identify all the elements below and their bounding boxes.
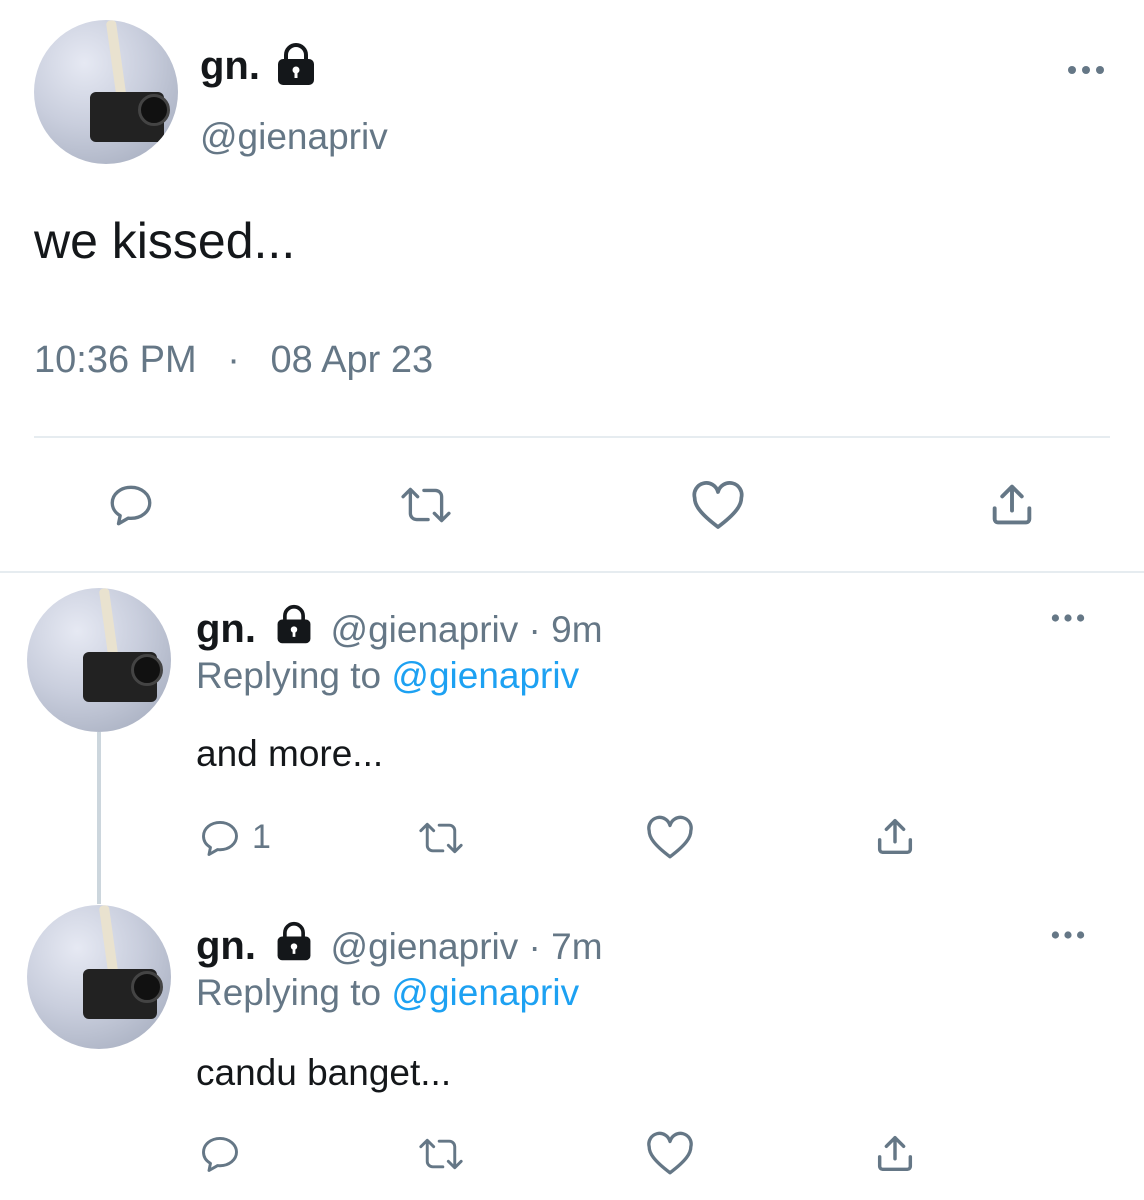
main-date: 08 Apr 23	[270, 339, 434, 381]
share-icon[interactable]	[872, 813, 918, 859]
reply-avatar[interactable]	[27, 905, 171, 1049]
reply-header: gn. @gienapriv · 7m	[196, 921, 603, 969]
divider	[34, 436, 1110, 438]
share-icon[interactable]	[986, 478, 1038, 530]
more-icon[interactable]	[1066, 60, 1106, 80]
reply-display-name[interactable]: gn.	[196, 607, 256, 651]
reply-text: candu banget...	[196, 1052, 452, 1093]
main-tweet-text: we kissed...	[34, 213, 296, 269]
lock-icon	[272, 42, 320, 88]
lock-icon	[272, 604, 316, 646]
main-separator: ·	[227, 339, 240, 381]
reply-display-name[interactable]: gn.	[196, 924, 256, 968]
retweet-icon[interactable]	[414, 816, 468, 860]
like-icon[interactable]	[690, 480, 746, 532]
reply-context: Replying to @gienapriv	[196, 972, 579, 1014]
thread-line	[97, 732, 101, 904]
like-icon[interactable]	[645, 815, 695, 861]
share-icon[interactable]	[872, 1130, 918, 1176]
reply-icon[interactable]	[106, 480, 156, 530]
reply-age[interactable]: 7m	[551, 926, 602, 967]
main-display-name[interactable]: gn.	[200, 44, 260, 89]
reply-icon[interactable]	[198, 1132, 242, 1176]
reply-age[interactable]: 9m	[551, 609, 602, 650]
main-time: 10:36 PM	[34, 339, 197, 381]
replying-to-label: Replying to	[196, 972, 382, 1013]
reply-avatar[interactable]	[27, 588, 171, 732]
reply-context: Replying to @gienapriv	[196, 655, 579, 697]
main-avatar[interactable]	[34, 20, 178, 164]
more-icon[interactable]	[1050, 926, 1086, 944]
reply-dot: ·	[528, 609, 541, 650]
retweet-icon[interactable]	[414, 1132, 468, 1176]
reply-dot: ·	[528, 926, 541, 967]
replying-to-label: Replying to	[196, 655, 382, 696]
reply-text: and more...	[196, 733, 384, 774]
like-icon[interactable]	[645, 1131, 695, 1177]
retweet-icon[interactable]	[396, 480, 456, 530]
more-icon[interactable]	[1050, 609, 1086, 627]
main-handle[interactable]: @gienapriv	[200, 116, 388, 158]
reply-count: 1	[252, 818, 271, 856]
section-divider	[0, 571, 1144, 573]
replying-to-link[interactable]: @gienapriv	[391, 972, 579, 1013]
reply-icon[interactable]	[198, 816, 242, 860]
reply-handle[interactable]: @gienapriv	[331, 926, 519, 967]
main-timestamp: 10:36 PM · 08 Apr 23	[34, 339, 433, 382]
reply-handle[interactable]: @gienapriv	[331, 609, 519, 650]
reply-header: gn. @gienapriv · 9m	[196, 604, 603, 652]
lock-icon	[272, 921, 316, 963]
replying-to-link[interactable]: @gienapriv	[391, 655, 579, 696]
